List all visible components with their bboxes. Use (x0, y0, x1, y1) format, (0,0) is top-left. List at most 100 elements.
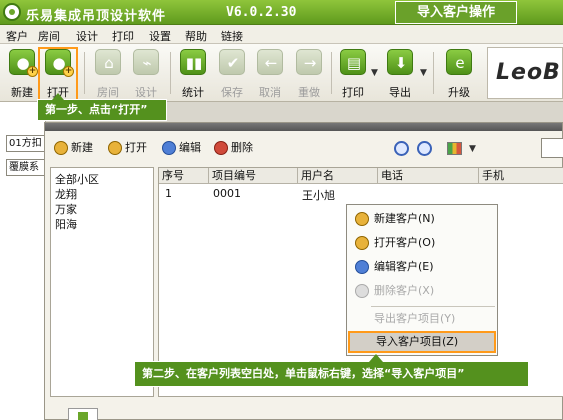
toolbar-separator (331, 52, 332, 94)
room-label: 房间 (97, 86, 119, 99)
menu-item-import-project[interactable]: 导入客户项目(Z) (348, 331, 496, 353)
stats-label: 统计 (182, 86, 204, 99)
arrow-left-icon: ← (257, 49, 283, 75)
menu-item-label: 打开客户(O) (374, 236, 436, 249)
download-icon: ⬇ (387, 49, 413, 75)
col-header-user[interactable]: 用户名 (298, 168, 378, 184)
menu-separator (371, 306, 495, 307)
menu-item-delete-customer[interactable]: 删除客户(X) (348, 280, 496, 302)
table-cell-code[interactable]: 0001 (213, 187, 241, 200)
bar-chart-icon: ▮▮ (180, 49, 206, 75)
new-customer-icon (54, 141, 68, 155)
check-icon: ✔ (219, 49, 245, 75)
export-dropdown-chevron-icon[interactable]: ▼ (420, 68, 427, 78)
edit-customer-icon (162, 141, 176, 155)
menu-bar: 客户 房间 设计 打印 设置 帮助 链接 (0, 25, 563, 44)
redo-label: 重做 (298, 86, 320, 99)
print-label: 打印 (342, 86, 364, 99)
edit-customer-icon (355, 260, 369, 274)
dialog-titlebar (45, 123, 562, 131)
cancel-button[interactable]: ← 取消 (250, 47, 290, 101)
menu-item-new-customer[interactable]: 新建客户(N) (348, 208, 496, 230)
dialog-delete-button[interactable]: 删除 (214, 139, 253, 157)
menu-print[interactable]: 打印 (112, 28, 134, 44)
printer-icon: ▤ (340, 49, 366, 75)
menu-item-label: 新建客户(N) (374, 212, 435, 225)
main-toolbar: ●+ 新建 ●+ 打开 ⌂ 房间 ⌁ 设计 ▮▮ 统计 ✔ 保存 ← 取消 (0, 44, 563, 102)
open-customer-icon (355, 236, 369, 250)
step2-callout: 第二步、在客户列表空白处，单击鼠标右键，选择“导入客户项目” (134, 354, 529, 387)
toolbar-separator (170, 52, 171, 94)
table-cell-user[interactable]: 王小旭 (302, 187, 335, 203)
delete-customer-icon (355, 284, 369, 298)
table-cell-no[interactable]: 1 (165, 187, 172, 200)
tree-item-longxiang[interactable]: 龙翔 (55, 186, 77, 202)
menu-item-open-customer[interactable]: 打开客户(O) (348, 232, 496, 254)
toolbar-separator (433, 52, 434, 94)
print-dropdown-chevron-icon[interactable]: ▼ (371, 68, 378, 78)
stats-button[interactable]: ▮▮ 统计 (173, 47, 213, 101)
new-button[interactable]: ● + 新建 (2, 47, 42, 101)
dialog-edit-button[interactable]: 编辑 (162, 139, 201, 157)
upgrade-e-icon: e (446, 49, 472, 75)
export-button[interactable]: ⬇ 导出 (380, 47, 420, 101)
tree-item-all[interactable]: 全部小区 (55, 171, 99, 187)
toolbar-separator (84, 52, 85, 94)
context-menu: 新建客户(N) 打开客户(O) 编辑客户(E) 删除客户(X) 导出客户项目(Y… (346, 204, 498, 356)
open-customer-icon (108, 141, 122, 155)
design-button[interactable]: ⌁ 设计 (126, 47, 166, 101)
menu-settings[interactable]: 设置 (149, 28, 171, 44)
menu-item-label: 编辑客户(E) (374, 260, 434, 273)
menu-room[interactable]: 房间 (38, 28, 60, 44)
new-user-icon: ● + (9, 49, 38, 77)
dialog-new-button[interactable]: 新建 (54, 139, 93, 157)
menu-customer[interactable]: 客户 (6, 28, 28, 44)
upgrade-button[interactable]: e 升级 (439, 47, 479, 101)
zoom-in-icon[interactable] (394, 141, 409, 156)
upgrade-label: 升级 (448, 86, 470, 99)
step1-callout: 第一步、点击“打开” (37, 93, 167, 121)
view-dropdown-chevron-icon[interactable]: ▼ (469, 144, 476, 154)
tree-item-yanghai[interactable]: 阳海 (55, 216, 77, 232)
menu-item-label: 导出客户项目(Y) (374, 312, 456, 325)
open-user-icon: ● + (45, 49, 74, 77)
save-button[interactable]: ✔ 保存 (212, 47, 252, 101)
dialog-new-label: 新建 (71, 141, 93, 154)
design-label: 设计 (135, 86, 157, 99)
brand-text: LeoB (496, 60, 561, 85)
redo-button[interactable]: → 重做 (289, 47, 329, 101)
menu-item-export-project[interactable]: 导出客户项目(Y) (348, 308, 496, 330)
menu-item-label: 删除客户(X) (374, 284, 435, 297)
zoom-out-icon[interactable] (417, 141, 432, 156)
room-button[interactable]: ⌂ 房间 (88, 47, 128, 101)
export-label: 导出 (389, 86, 411, 99)
dialog-open-button[interactable]: 打开 (108, 139, 147, 157)
dialog-edit-label: 编辑 (179, 141, 201, 154)
new-customer-icon (355, 212, 369, 226)
tree-item-wanjia[interactable]: 万家 (55, 201, 77, 217)
menu-links[interactable]: 链接 (221, 28, 243, 44)
app-title: 乐易集成吊顶设计软件 (26, 9, 167, 24)
view-grid-icon[interactable] (447, 142, 462, 155)
menu-design[interactable]: 设计 (76, 28, 98, 44)
col-header-phone[interactable]: 电话 (378, 168, 479, 184)
col-header-code[interactable]: 项目编号 (209, 168, 298, 184)
house-icon: ⌂ (95, 49, 121, 75)
app-version: V6.0.2.30 (226, 5, 297, 20)
brand-logo: LeoB (487, 47, 563, 99)
dialog-open-label: 打开 (125, 141, 147, 154)
search-input[interactable] (541, 138, 563, 158)
title-bar: 乐易集成吊顶设计软件 V6.0.2.30 导入客户操作 (0, 0, 563, 25)
print-button[interactable]: ▤ 打印 (333, 47, 373, 101)
save-label: 保存 (221, 86, 243, 99)
cancel-label: 取消 (259, 86, 281, 99)
col-header-no[interactable]: 序号 (159, 168, 209, 184)
document-icon (68, 408, 98, 420)
app-window: 乐易集成吊顶设计软件 V6.0.2.30 导入客户操作 客户 房间 设计 打印 … (0, 0, 563, 420)
signal-icon: ⌁ (133, 49, 159, 75)
dialog-delete-label: 删除 (231, 141, 253, 154)
menu-help[interactable]: 帮助 (185, 28, 207, 44)
app-logo-icon (3, 3, 21, 21)
col-header-mobile[interactable]: 手机 (479, 168, 563, 184)
menu-item-edit-customer[interactable]: 编辑客户(E) (348, 256, 496, 278)
